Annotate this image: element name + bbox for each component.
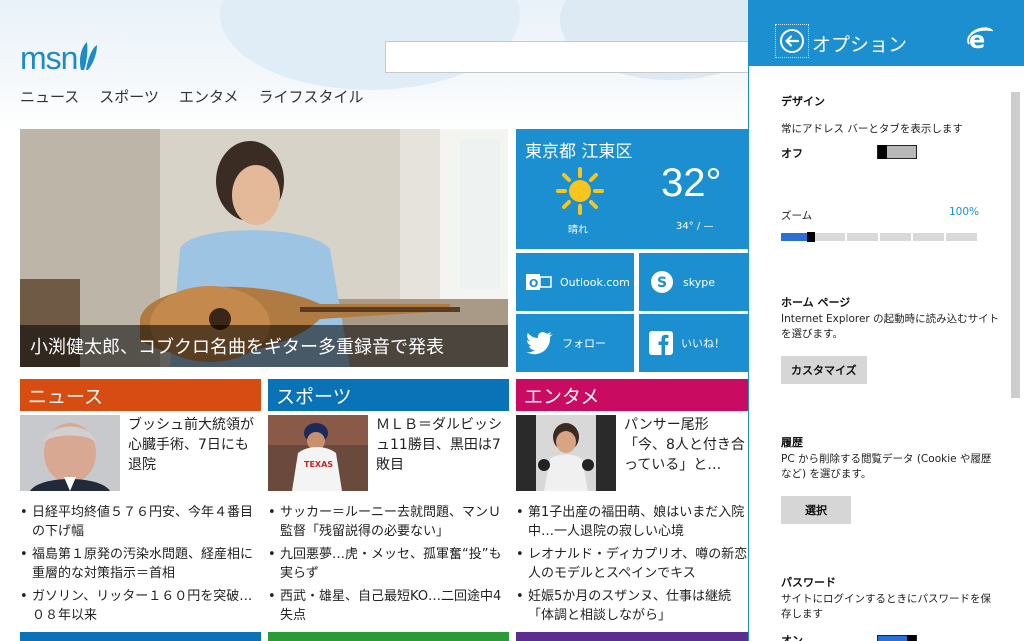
zoom-slider-segment	[847, 233, 878, 241]
sports-lead-headline: ＭＬＢ＝ダルビッシュ11勝目、黒田は7敗目	[376, 417, 502, 473]
sports-lead-story[interactable]: TEXAS ＭＬＢ＝ダルビッシュ11勝目、黒田は7敗目	[268, 415, 509, 491]
outlook-tile[interactable]: O Outlook.com	[516, 253, 634, 311]
twitter-bird-icon	[526, 332, 553, 355]
list-item[interactable]: 西武・雄星、自己最短KO…二回途中4失点	[268, 587, 509, 625]
options-header: オプション e	[749, 0, 1024, 66]
toggle-knob	[907, 635, 916, 641]
history-description: PC から削除する閲覧データ (Cookie や履歴など) を選びます。	[781, 453, 992, 480]
zoom-slider-segment	[946, 233, 977, 241]
options-scrollbar[interactable]	[1011, 92, 1020, 398]
weather-tile[interactable]: 東京都 江東区 晴れ 32° 34° / —	[516, 129, 748, 249]
options-title: オプション	[812, 34, 908, 56]
zoom-slider-segment	[913, 233, 944, 241]
skype-tile[interactable]: S skype	[639, 253, 748, 311]
sports-section: スポーツ TEXAS ＭＬＢ＝ダルビッシュ11勝目、黒田は7敗目 サッカー＝ルー…	[268, 379, 509, 629]
nav-entertainment[interactable]: エンタメ	[179, 86, 239, 107]
zoom-slider-segment	[880, 233, 911, 241]
sports-list: サッカー＝ルーニー去就問題、マンＵ監督「残留説得の必要ない」 九回悪夢…虎・メッ…	[268, 503, 509, 625]
entertainment-thumbnail	[516, 415, 616, 491]
list-item[interactable]: 妊娠5か月のスザンヌ、仕事は継続「体調と相談しながら」	[516, 587, 748, 625]
nav-sports[interactable]: スポーツ	[99, 86, 159, 107]
passwords-section: パスワード サイトにログインするときにパスワードを保存します オン	[781, 574, 1001, 641]
passwords-description: サイトにログインするときにパスワードを保存します	[781, 593, 991, 620]
address-bar-toggle-row: オフ	[781, 145, 1001, 161]
home-page-title: ホーム ページ	[781, 296, 851, 309]
home-page-description: Internet Explorer の起動時に読み込むサイトを選びます。	[781, 313, 1000, 340]
weather-city: 東京都 江東区	[525, 142, 633, 162]
facebook-tile[interactable]: いいね！	[639, 314, 748, 372]
internet-explorer-icon: e	[967, 26, 995, 56]
news-lead-headline: ブッシュ前大統領が心臓手術、7日にも退院	[128, 417, 254, 473]
next-section-header	[516, 632, 748, 641]
zoom-setting: ズーム 100%	[781, 204, 1001, 224]
list-item[interactable]: ガソリン、リッター１６０円を突破…０８年以来	[20, 587, 261, 625]
back-arrow-icon	[780, 29, 804, 53]
history-title: 履歴	[781, 436, 803, 449]
msn-homepage: msn ニュース スポーツ エンタメ ライフスタイル 小渕健太郎、コブクロ名曲を…	[0, 0, 748, 641]
entertainment-list: 第1子出産の福田萌、娘はいまだ入院中…一人退院の寂しい心境 レオナルド・ディカプ…	[516, 503, 748, 625]
sports-header[interactable]: スポーツ	[268, 379, 509, 411]
svg-text:O: O	[529, 277, 538, 290]
outlook-label: Outlook.com	[560, 275, 630, 289]
next-section-header	[20, 632, 261, 641]
history-section: 履歴 PC から削除する閲覧データ (Cookie や履歴など) を選びます。 …	[781, 434, 1001, 524]
weather-condition: 晴れ	[568, 225, 588, 236]
options-pane: オプション e デザイン 常にアドレス バーとタブを表示します オフ ズーム 1…	[748, 0, 1024, 641]
zoom-label: ズーム	[781, 210, 813, 222]
nav-lifestyle[interactable]: ライフスタイル	[259, 86, 364, 107]
twitter-tile[interactable]: フォロー	[516, 314, 634, 372]
list-item[interactable]: 九回悪夢…虎・メッセ、孤軍奮“投”も実らず	[268, 545, 509, 583]
select-history-button[interactable]: 選択	[781, 496, 851, 524]
zoom-slider-thumb[interactable]	[807, 232, 815, 242]
weather-hilo: 34° / —	[676, 221, 714, 232]
always-show-label: 常にアドレス バーとタブを表示します	[781, 123, 963, 135]
main-nav: ニュース スポーツ エンタメ ライフスタイル	[20, 86, 364, 107]
facebook-label: いいね！	[681, 337, 725, 350]
hero-caption: 小渕健太郎、コブクロ名曲をギター多重録音で発表	[20, 325, 508, 367]
nav-news[interactable]: ニュース	[20, 86, 79, 107]
entertainment-section: エンタメ パンサー尾形「今、8人と付き合っている」と… 第1子出産の福田萌、娘は…	[516, 379, 748, 629]
list-item[interactable]: 日経平均終値５７６円安、今年４番目の下げ幅	[20, 503, 261, 541]
outlook-icon: O	[526, 274, 552, 290]
toggle-knob	[878, 145, 887, 159]
design-section: デザイン	[781, 93, 1001, 109]
skype-icon: S	[651, 271, 673, 293]
svg-text:S: S	[657, 275, 667, 291]
address-bar-toggle[interactable]	[877, 145, 917, 159]
passwords-title: パスワード	[781, 576, 836, 589]
butterfly-icon	[78, 40, 98, 76]
list-item[interactable]: レオナルド・ディカプリオ、噂の新恋人のモデルとスペインでキス	[516, 545, 748, 583]
entertainment-lead-headline: パンサー尾形「今、8人と付き合っている」と…	[624, 417, 745, 473]
facebook-icon	[649, 331, 673, 355]
msn-logo[interactable]: msn	[20, 36, 98, 76]
news-lead-story[interactable]: ブッシュ前大統領が心臓手術、7日にも退院	[20, 415, 261, 491]
customize-button[interactable]: カスタマイズ	[781, 356, 867, 384]
entertainment-header[interactable]: エンタメ	[516, 379, 748, 411]
design-title: デザイン	[781, 95, 825, 108]
news-list: 日経平均終値５７６円安、今年４番目の下げ幅 福島第１原発の汚染水問題、経産相に重…	[20, 503, 261, 625]
svg-text:TEXAS: TEXAS	[304, 460, 333, 469]
list-item[interactable]: 福島第１原発の汚染水問題、経産相に重層的な対策指示＝首相	[20, 545, 261, 583]
entertainment-lead-story[interactable]: パンサー尾形「今、8人と付き合っている」と…	[516, 415, 748, 491]
news-thumbnail	[20, 415, 120, 491]
next-section-header	[268, 632, 509, 641]
msn-wordmark: msn	[20, 40, 78, 76]
search-input[interactable]	[385, 41, 748, 73]
list-item[interactable]: 第1子出産の福田萌、娘はいまだ入院中…一人退院の寂しい心境	[516, 503, 748, 541]
home-page-section: ホーム ページ Internet Explorer の起動時に読み込むサイトを選…	[781, 294, 1001, 384]
twitter-label: フォロー	[562, 337, 606, 350]
hero-story[interactable]: 小渕健太郎、コブクロ名曲をギター多重録音で発表	[20, 129, 508, 367]
sun-icon	[556, 167, 604, 219]
news-header[interactable]: ニュース	[20, 379, 261, 411]
skype-label: skype	[683, 275, 715, 289]
news-section: ニュース ブッシュ前大統領が心臓手術、7日にも退院 日経平均終値５７６円安、今年…	[20, 379, 261, 629]
list-item[interactable]: サッカー＝ルーニー去就問題、マンＵ監督「残留説得の必要ない」	[268, 503, 509, 541]
passwords-toggle[interactable]	[877, 635, 917, 641]
address-bar-setting: 常にアドレス バーとタブを表示します	[781, 122, 1001, 137]
zoom-value: 100%	[949, 206, 980, 218]
weather-temperature: 32°	[661, 161, 722, 205]
back-button[interactable]	[775, 24, 809, 58]
sports-thumbnail: TEXAS	[268, 415, 368, 491]
zoom-slider-segment	[814, 233, 845, 241]
